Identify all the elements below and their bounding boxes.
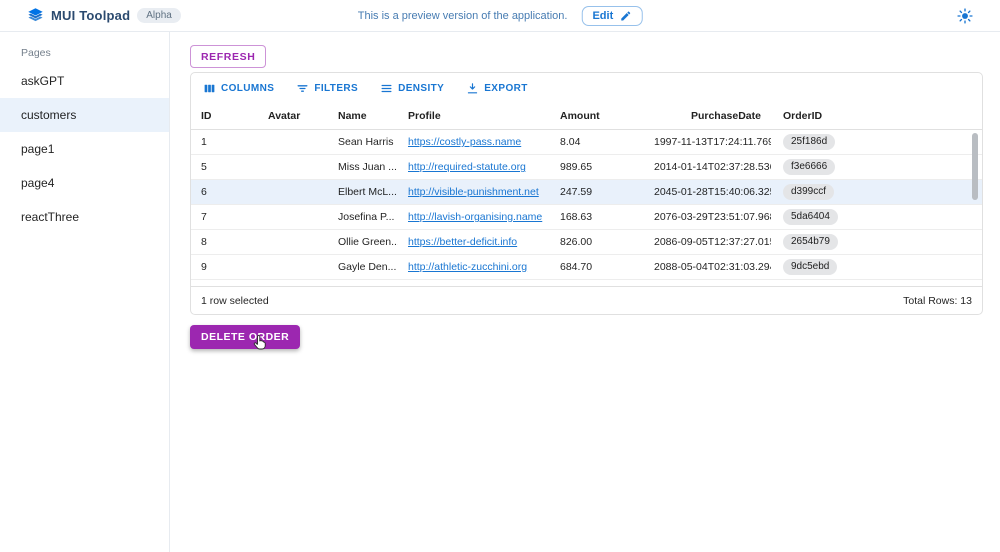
alpha-badge: Alpha — [137, 8, 181, 23]
brand: MUI Toolpad Alpha — [27, 7, 181, 24]
cell-amount: 826.00 — [550, 236, 644, 248]
density-button[interactable]: DENSITY — [380, 82, 444, 95]
sidebar-item-askgpt[interactable]: askGPT — [0, 64, 169, 98]
export-button[interactable]: EXPORT — [466, 82, 528, 95]
order-id-chip: 9dc5ebd — [783, 259, 837, 275]
pencil-icon — [619, 10, 631, 22]
columns-button-label: COLUMNS — [221, 83, 274, 94]
data-grid: COLUMNS FILTERS DENSITY EXPORT ID Avatar… — [190, 72, 983, 315]
profile-link[interactable]: http://athletic-zucchini.org — [408, 261, 527, 273]
density-icon — [380, 82, 393, 95]
sidebar: Pages askGPT customers page1 page4 react… — [0, 32, 170, 552]
filters-button[interactable]: FILTERS — [296, 82, 358, 95]
columns-button[interactable]: COLUMNS — [203, 82, 274, 95]
grid-footer: 1 row selected Total Rows: 13 — [191, 286, 982, 314]
cell-name: Josefina P... — [328, 211, 398, 223]
table-row[interactable]: 9 Gayle Den... http://athletic-zucchini.… — [191, 255, 982, 280]
table-row[interactable]: 7 Josefina P... http://lavish-organising… — [191, 205, 982, 230]
table-row[interactable]: 1 Sean Harris https://costly-pass.name 8… — [191, 130, 982, 155]
sidebar-item-page4[interactable]: page4 — [0, 166, 169, 200]
filters-button-label: FILTERS — [314, 83, 358, 94]
order-id-chip: 25f186d — [783, 134, 835, 150]
table-row-selected[interactable]: 6 Elbert McL... http://visible-punishmen… — [191, 180, 982, 205]
order-id-chip: 2654b79 — [783, 234, 838, 250]
cell-name: Gayle Den... — [328, 261, 398, 273]
grid-header-row: ID Avatar Name Profile Amount PurchaseDa… — [191, 103, 982, 130]
cell-purchasedate: 2076-03-29T23:51:07.968Z — [644, 211, 771, 223]
app-title: MUI Toolpad — [51, 8, 130, 23]
edit-button-label: Edit — [592, 10, 613, 22]
profile-link[interactable]: https://better-deficit.info — [408, 236, 517, 248]
density-button-label: DENSITY — [398, 83, 444, 94]
cell-amount: 989.65 — [550, 161, 644, 173]
column-header-orderid[interactable]: OrderID — [771, 110, 982, 122]
column-header-amount[interactable]: Amount — [550, 110, 644, 122]
toolpad-logo-icon — [27, 7, 44, 24]
preview-message: This is a preview version of the applica… — [358, 10, 568, 22]
cell-id: 7 — [191, 211, 258, 223]
profile-link[interactable]: http://visible-punishment.net — [408, 186, 539, 198]
sidebar-item-reactthree[interactable]: reactThree — [0, 200, 169, 234]
cell-amount: 247.59 — [550, 186, 644, 198]
cell-id: 9 — [191, 261, 258, 273]
edit-button[interactable]: Edit — [581, 6, 642, 26]
grid-rows-viewport: 1 Sean Harris https://costly-pass.name 8… — [191, 130, 982, 280]
theme-toggle-button[interactable] — [957, 8, 973, 24]
cell-id: 8 — [191, 236, 258, 248]
filter-icon — [296, 82, 309, 95]
vertical-scrollbar[interactable] — [972, 133, 978, 200]
profile-link[interactable]: http://required-statute.org — [408, 161, 526, 173]
delete-order-button[interactable]: DELETE ORDER — [190, 325, 300, 349]
column-header-avatar[interactable]: Avatar — [258, 110, 328, 122]
table-row[interactable]: 8 Ollie Green... https://better-deficit.… — [191, 230, 982, 255]
cell-id: 6 — [191, 186, 258, 198]
cell-purchasedate: 2086-09-05T12:37:27.015Z — [644, 236, 771, 248]
cell-purchasedate: 2045-01-28T15:40:06.325Z — [644, 186, 771, 198]
columns-icon — [203, 82, 216, 95]
download-icon — [466, 82, 479, 95]
column-header-purchasedate[interactable]: PurchaseDate — [644, 110, 771, 122]
cell-name: Elbert McL... — [328, 186, 398, 198]
column-header-name[interactable]: Name — [328, 110, 398, 122]
sidebar-section-label: Pages — [0, 41, 169, 64]
grid-toolbar: COLUMNS FILTERS DENSITY EXPORT — [191, 73, 982, 103]
profile-link[interactable]: http://lavish-organising.name — [408, 211, 542, 223]
cell-amount: 8.04 — [550, 136, 644, 148]
column-header-profile[interactable]: Profile — [398, 110, 550, 122]
cell-purchasedate: 2014-01-14T02:37:28.536Z — [644, 161, 771, 173]
export-button-label: EXPORT — [484, 83, 528, 94]
cell-name: Miss Juan ... — [328, 161, 398, 173]
top-app-bar: MUI Toolpad Alpha This is a preview vers… — [0, 0, 1000, 32]
cell-name: Ollie Green... — [328, 236, 398, 248]
column-header-id[interactable]: ID — [191, 110, 258, 122]
order-id-chip: 5da6404 — [783, 209, 838, 225]
selection-status: 1 row selected — [201, 295, 269, 307]
table-row[interactable]: 5 Miss Juan ... http://required-statute.… — [191, 155, 982, 180]
order-id-chip: f3e6666 — [783, 159, 835, 175]
total-rows: Total Rows: 13 — [903, 295, 972, 307]
cell-name: Sean Harris — [328, 136, 398, 148]
refresh-button[interactable]: REFRESH — [190, 45, 266, 68]
cell-id: 5 — [191, 161, 258, 173]
cell-purchasedate: 1997-11-13T17:24:11.769Z — [644, 136, 771, 148]
cell-id: 1 — [191, 136, 258, 148]
order-id-chip: d399ccf — [783, 184, 834, 200]
profile-link[interactable]: https://costly-pass.name — [408, 136, 521, 148]
cell-amount: 168.63 — [550, 211, 644, 223]
sidebar-item-customers[interactable]: customers — [0, 98, 169, 132]
cell-purchasedate: 2088-05-04T02:31:03.294Z — [644, 261, 771, 273]
cell-amount: 684.70 — [550, 261, 644, 273]
sidebar-item-page1[interactable]: page1 — [0, 132, 169, 166]
sun-icon — [957, 8, 973, 24]
